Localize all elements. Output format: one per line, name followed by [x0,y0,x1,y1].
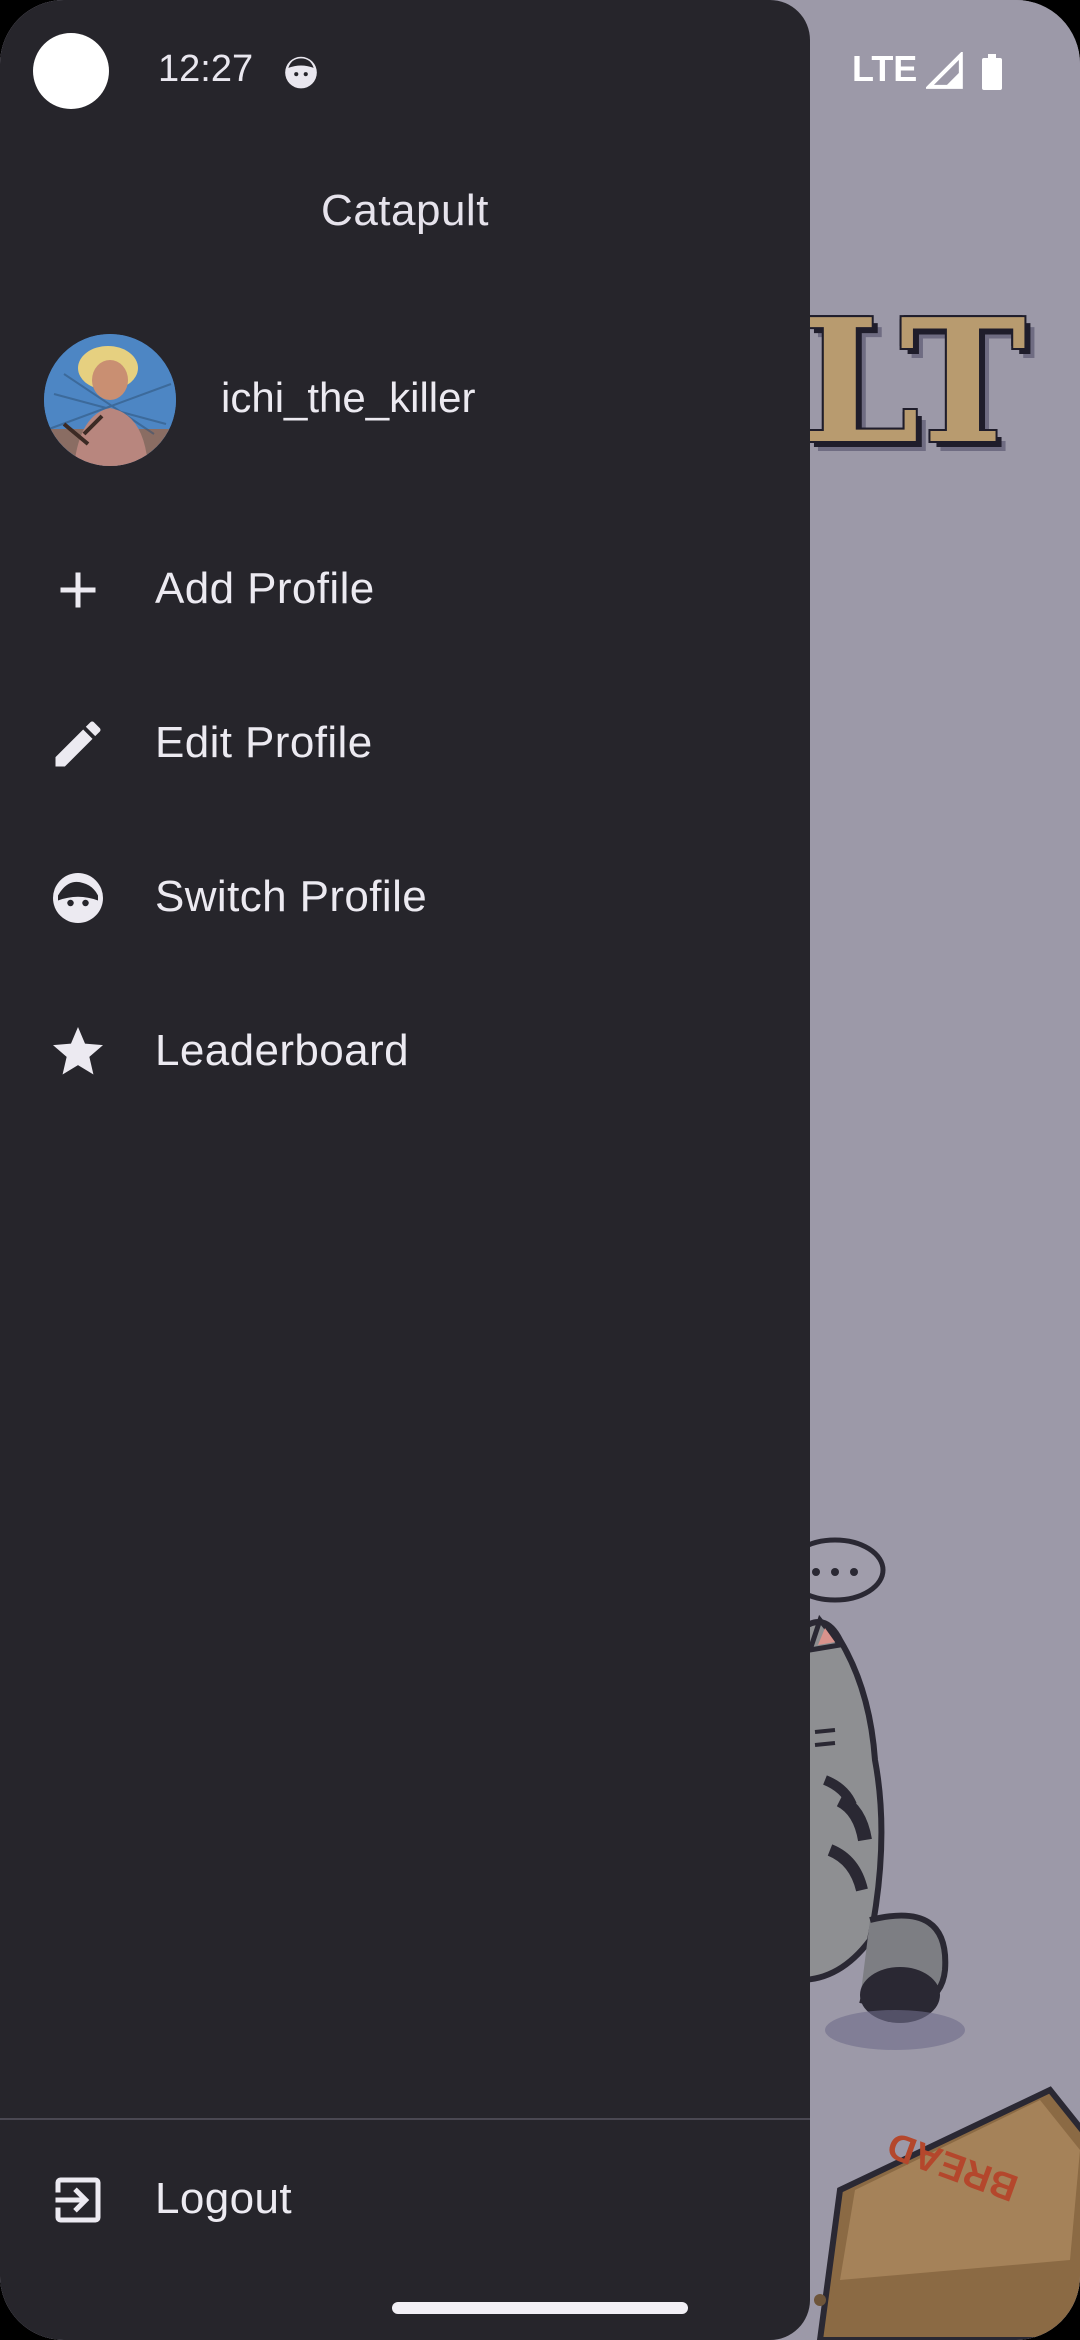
profile-username: ichi_the_killer [221,374,476,421]
logout-label: Logout [155,2174,292,2223]
navigation-drawer: Catapult ichi_the_killer Add Profile Edi… [0,0,810,2340]
menu-item-add-profile[interactable]: Add Profile [0,520,810,660]
app-logo-fragment: LT [800,282,1026,482]
status-bar: 12:27 LTE [0,0,1080,140]
menu-label: Switch Profile [155,872,428,921]
drawer-divider [0,2118,810,2120]
plus-icon [60,572,96,608]
gesture-nav-handle[interactable] [392,2302,688,2314]
cat-face-icon [285,56,317,89]
menu-item-leaderboard[interactable]: Leaderboard [0,982,810,1122]
drawer-title: Catapult [321,186,489,235]
cat-illustration: BREAD [780,1537,1080,2340]
menu-label: Leaderboard [155,1026,409,1075]
menu-label: Edit Profile [155,718,373,767]
logout-icon [55,2177,101,2223]
star-icon [53,1027,103,1075]
face-icon [53,873,103,923]
logout-button[interactable]: Logout [0,2130,810,2270]
front-camera [33,33,109,109]
network-type: LTE [852,48,918,89]
pencil-icon [55,721,101,767]
profile-header[interactable]: ichi_the_killer [44,334,764,468]
menu-item-edit-profile[interactable]: Edit Profile [0,674,810,814]
phone-screen: LT BREAD Catapult ichi_the_killer Add Pr… [0,0,1080,2340]
signal-icon [926,52,963,89]
avatar[interactable] [44,334,176,466]
avatar-image [44,334,176,466]
battery-icon [982,54,1002,90]
status-time: 12:27 [158,48,254,90]
menu-label: Add Profile [155,564,375,613]
menu-item-switch-profile[interactable]: Switch Profile [0,828,810,968]
